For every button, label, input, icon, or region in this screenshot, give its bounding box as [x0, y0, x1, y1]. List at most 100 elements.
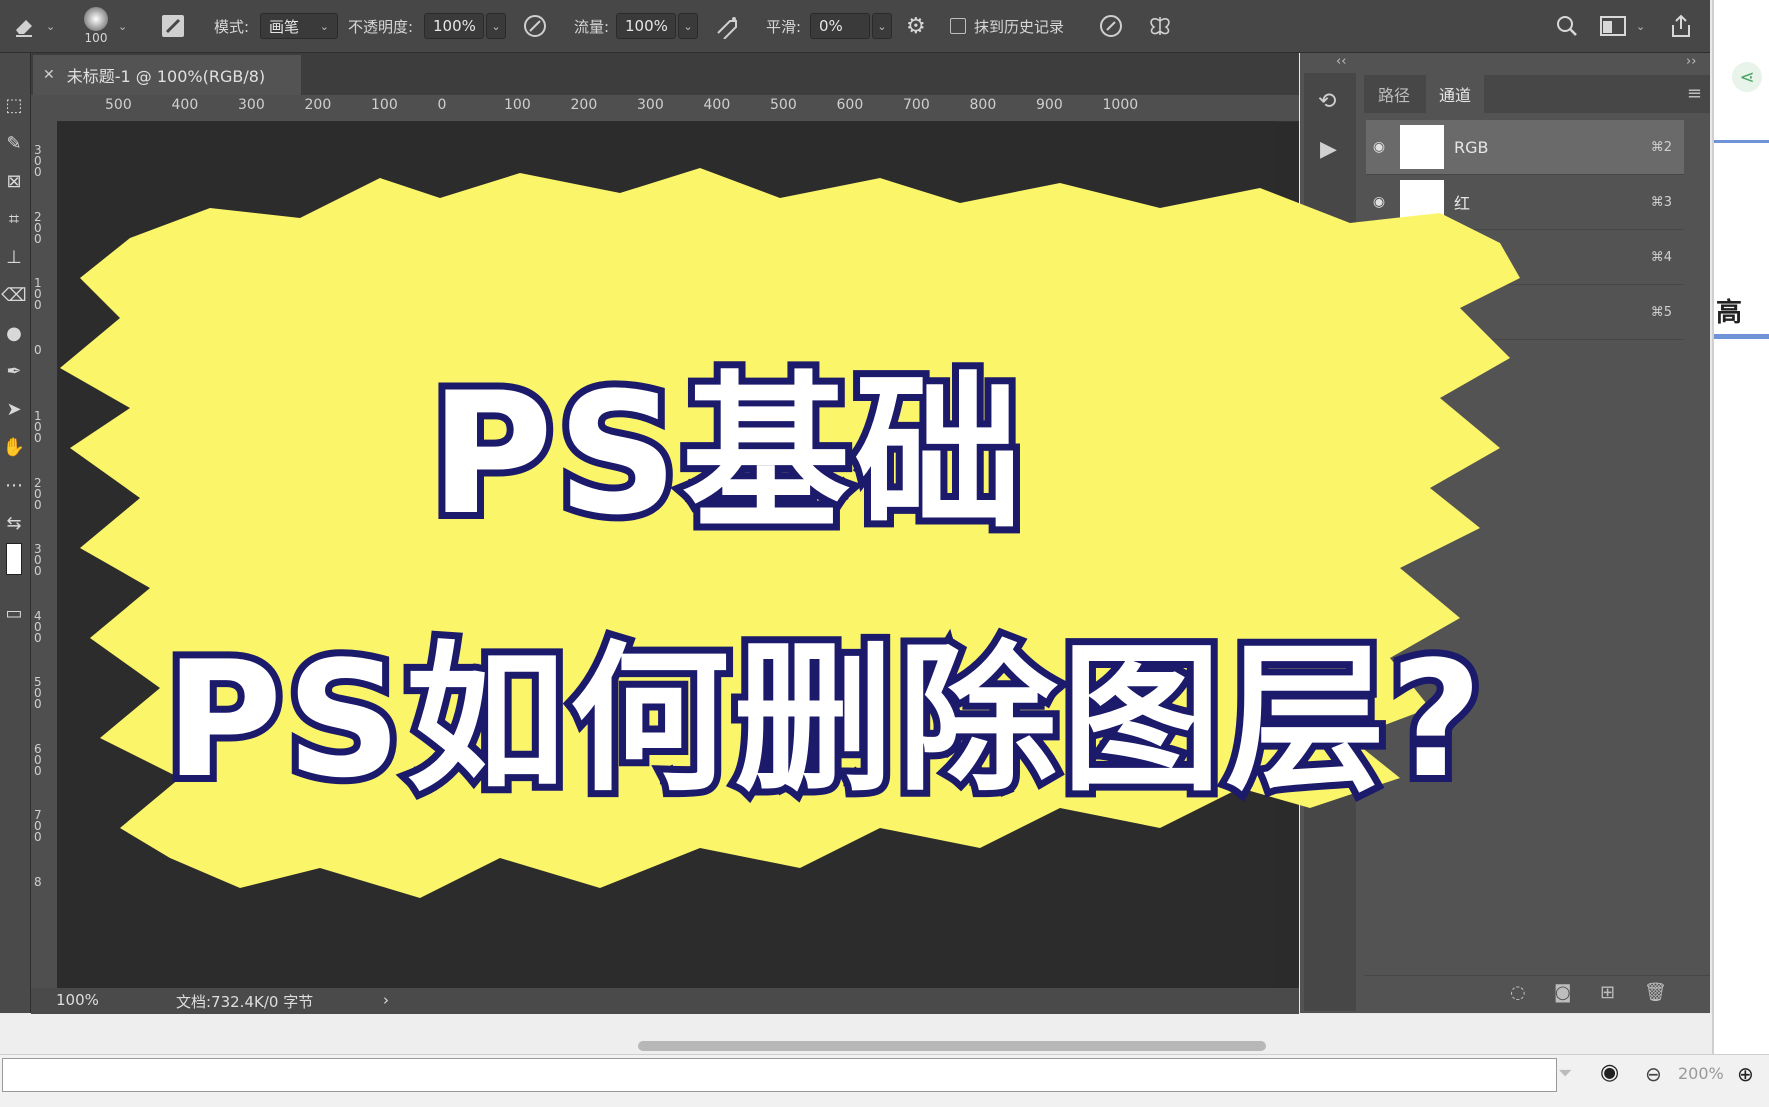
horizontal-ruler[interactable]: 500 400 300 200 100 0 100 200 300 400 500 600 700 800… — [57, 95, 1299, 122]
document-tab-title: 未标题-1 @ 100%(RGB/8) — [66, 67, 266, 86]
document-tab[interactable]: ✕ 未标题-1 @ 100%(RGB/8) — [33, 55, 301, 95]
marquee-tool-icon[interactable]: ⬚ — [2, 93, 26, 117]
brush-settings-icon[interactable] — [160, 0, 186, 52]
more-tools-icon[interactable]: ⋯ — [2, 473, 26, 497]
zoom-in-icon[interactable]: ⊕ — [1737, 1062, 1754, 1086]
flow-dropdown[interactable]: ⌄ — [678, 13, 698, 39]
panel-header: 路径 通道 ≡ — [1364, 75, 1710, 113]
ruler-label: 700 — [903, 97, 930, 113]
trash-icon[interactable]: 🗑 — [1644, 982, 1667, 1003]
path-select-icon[interactable]: ➤ — [2, 397, 26, 421]
ruler-label: 600 — [836, 97, 864, 113]
divider — [1714, 334, 1769, 339]
zoom-level[interactable]: 100% — [56, 991, 99, 1009]
title-line-2: PS如何删除图层? — [158, 619, 1489, 820]
partial-text: 高 — [1716, 298, 1743, 328]
chevron-down-icon: ⌄ — [319, 19, 329, 33]
chevron-down-icon: ⌄ — [683, 19, 693, 33]
zoom-out-icon[interactable]: ⊖ — [1645, 1062, 1662, 1086]
blur-tool-icon[interactable]: ● — [2, 321, 26, 345]
share-icon[interactable]: ⋖ — [1732, 62, 1762, 92]
title-line-1: PS基础 — [423, 349, 1029, 559]
pressure-size-icon[interactable] — [1098, 0, 1124, 52]
flow-input[interactable]: 100% — [616, 13, 676, 39]
ruler-label: 600 — [34, 741, 42, 778]
ruler-label: 400 — [34, 608, 42, 645]
screen-mode-icon[interactable]: ▭ — [2, 601, 26, 625]
ruler-label: 100 — [34, 276, 42, 312]
pen-tool-icon[interactable]: ✒ — [2, 359, 26, 383]
tab-channels[interactable]: 通道 — [1426, 75, 1484, 113]
horizontal-scrollbar[interactable] — [638, 1041, 1266, 1051]
tab-paths[interactable]: 路径 — [1364, 75, 1424, 113]
ruler-label: 400 — [703, 97, 731, 113]
smoothing-dropdown[interactable]: ⌄ — [872, 13, 892, 39]
ruler-label: 200 — [570, 97, 598, 113]
gear-icon[interactable]: ⚙ — [906, 0, 926, 52]
toolbox: ⬚ ✎ ⊠ ⌗ ⊥ ⌫ ● ✒ ➤ ✋ ⋯ ⇆ ▭ — [0, 53, 31, 1013]
channel-row[interactable]: ◉ RGB ⌘2 — [1366, 120, 1684, 175]
frame-tool-icon[interactable]: ⊠ — [2, 169, 26, 193]
chevron-down-icon[interactable]: ⌄ — [118, 20, 127, 33]
opacity-dropdown[interactable]: ⌄ — [486, 13, 506, 39]
chevron-down-icon[interactable]: ⌄ — [46, 20, 55, 33]
ruler-label: 8 — [34, 874, 42, 889]
channel-shortcut: ⌘2 — [1650, 139, 1672, 155]
foreground-color-icon[interactable] — [2, 543, 26, 575]
channel-name: RGB — [1454, 137, 1489, 157]
smoothing-input[interactable]: 0% — [810, 13, 870, 39]
eraser-tool-icon[interactable]: ⌄ — [10, 0, 55, 52]
channel-shortcut: ⌘5 — [1650, 304, 1672, 320]
search-icon[interactable] — [1556, 0, 1578, 52]
ruler-label: 100 — [504, 97, 531, 113]
quick-select-icon[interactable]: ✎ — [2, 131, 26, 155]
chevron-down-icon: ⌄ — [491, 19, 501, 33]
ruler-label: 800 — [969, 97, 997, 113]
comment-input[interactable] — [2, 1058, 1557, 1092]
new-channel-icon[interactable]: ⊞ — [1600, 982, 1615, 1003]
mode-select[interactable]: 画笔 ⌄ — [260, 13, 338, 39]
load-selection-icon[interactable]: ◌ — [1510, 982, 1526, 1003]
close-icon[interactable]: ✕ — [43, 67, 55, 83]
crop-tool-icon[interactable]: ⌗ — [2, 207, 26, 231]
erase-history-label: 抹到历史记录 — [974, 17, 1065, 36]
smoothing-label: 平滑: — [766, 17, 802, 36]
airbrush-icon[interactable] — [714, 0, 742, 52]
save-selection-icon[interactable]: ◙ — [1554, 982, 1571, 1003]
stamp-tool-icon[interactable]: ⊥ — [2, 245, 26, 269]
play-icon[interactable]: ▶ — [1320, 137, 1337, 162]
ruler-label: 500 — [770, 97, 797, 113]
bottom-zoom-level: 200% — [1678, 1064, 1724, 1083]
status-bar: 100% 文档:732.4K/0 字节 › — [31, 988, 1299, 1014]
chevron-down-icon[interactable]: ⌄ — [1636, 20, 1645, 33]
ruler-label: 300 — [238, 97, 265, 113]
ruler-label: 500 — [34, 675, 42, 711]
vertical-ruler[interactable]: 300 200 100 0 100 200 300 400 500 600 700 8 — [31, 121, 58, 991]
flow-value: 100% — [625, 17, 668, 35]
chevron-right-icon[interactable]: › — [383, 991, 389, 1009]
ruler-label: 200 — [34, 209, 42, 246]
channel-shortcut: ⌘4 — [1650, 249, 1672, 265]
workspace-icon[interactable]: ⌄ — [1600, 0, 1645, 52]
collapse-panel-icon[interactable]: ‹‹ — [1336, 54, 1346, 69]
history-icon[interactable]: ⟲ — [1318, 89, 1336, 114]
expand-panel-icon[interactable]: ›› — [1686, 54, 1696, 69]
smoothing-value: 0% — [819, 17, 843, 35]
ruler-label: 300 — [34, 143, 42, 179]
pressure-opacity-icon[interactable] — [522, 0, 548, 52]
filter-icon[interactable]: ⏷ — [1558, 1063, 1572, 1084]
symmetry-icon[interactable] — [1146, 0, 1174, 52]
panel-menu-icon[interactable]: ≡ — [1687, 83, 1702, 104]
eye-icon[interactable]: ◉ — [1366, 139, 1392, 155]
share-icon[interactable] — [1668, 0, 1694, 52]
hand-tool-icon[interactable]: ✋ — [2, 435, 26, 459]
eye-icon[interactable]: ◉ — [1600, 1060, 1619, 1085]
side-app: ⋖ 高 — [1712, 0, 1769, 1060]
opacity-input[interactable]: 100% — [424, 13, 484, 39]
ruler-label: 0 — [34, 342, 42, 357]
eraser-tool-icon[interactable]: ⌫ — [1, 283, 26, 307]
brush-preset-picker[interactable]: 100 — [84, 0, 108, 52]
swap-colors-icon[interactable]: ⇆ — [2, 511, 26, 535]
erase-history-checkbox[interactable] — [950, 18, 966, 34]
document-info: 文档:732.4K/0 字节 — [176, 993, 314, 1011]
